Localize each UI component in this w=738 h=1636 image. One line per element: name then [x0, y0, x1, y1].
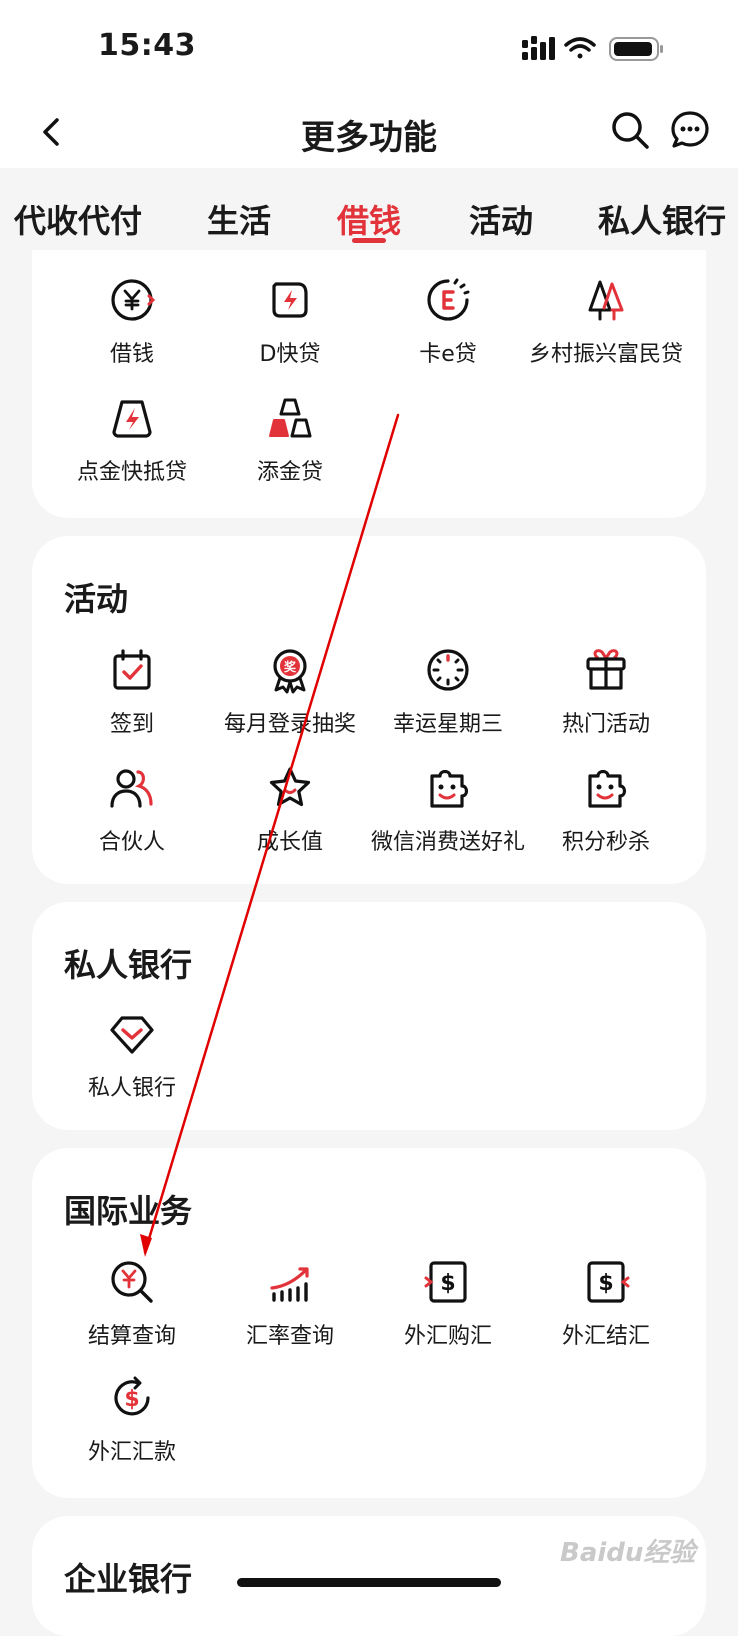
grid-item-private-bank[interactable]: 私人银行 [48, 1010, 216, 1102]
grid-item-label: D快贷 [259, 342, 321, 367]
grid-item-lucky-wednesday[interactable]: 幸运星期三 [364, 646, 532, 738]
dollar-out-icon: $ [587, 1261, 630, 1303]
rate-chart-icon [270, 1267, 309, 1302]
grid-item-settlement-query[interactable]: 结算查询 [48, 1258, 216, 1350]
section-title: 活动 [64, 580, 129, 618]
section-title: 企业银行 [64, 1560, 193, 1598]
grid-item-label: 卡e贷 [419, 342, 477, 367]
grid-item-exchange-rate-query[interactable]: 汇率查询 [206, 1258, 374, 1350]
grid-item-label: 添金贷 [256, 460, 323, 485]
status-time: 15:43 [98, 28, 196, 63]
grid-item-label: 私人银行 [87, 1076, 176, 1101]
grid-item-borrow[interactable]: 借钱 [48, 276, 216, 368]
lightning-badge-icon [272, 282, 308, 318]
grid-item-points-flash-sale[interactable]: 积分秒杀 [522, 764, 690, 856]
grid-item-gold-pledge-loan[interactable]: 点金快抵贷 [48, 394, 216, 486]
grid-item-label: 外汇结汇 [561, 1324, 650, 1349]
tab-life[interactable]: 生活 [207, 196, 271, 242]
svg-text:奖: 奖 [284, 659, 297, 674]
status-bar: 15:43 [0, 0, 738, 96]
loan-card: 借钱 D快贷 卡e贷 乡村振兴富民贷 点金快抵贷 添金贷 [32, 250, 706, 518]
grid-item-label: 借钱 [109, 342, 154, 367]
smile-puzzle-icon [588, 769, 627, 808]
dollar-cycle-icon: $ [114, 1376, 150, 1416]
grid-item-label: 每月登录抽奖 [223, 712, 356, 737]
grid-item-fx-purchase[interactable]: $ 外汇购汇 [364, 1258, 532, 1350]
calendar-check-icon [113, 649, 151, 690]
partner-users-icon [110, 769, 153, 808]
grid-item-label: 合伙人 [98, 830, 165, 855]
grid-item-label: 积分秒杀 [561, 830, 650, 855]
grid-item-wechat-gift[interactable]: 微信消费送好礼 [364, 764, 532, 856]
grid-item-d-quick-loan[interactable]: D快贷 [206, 276, 374, 368]
grid-item-fx-remittance[interactable]: $ 外汇汇款 [48, 1374, 216, 1466]
watermark-text: Baidu经验 [560, 1538, 696, 1568]
battery-icon [609, 37, 663, 61]
award-medal-icon: 奖 [273, 649, 307, 694]
star-icon [269, 767, 311, 807]
grid-item-fx-settlement[interactable]: $ 外汇结汇 [522, 1258, 690, 1350]
yen-search-icon [111, 1261, 153, 1303]
svg-text:$: $ [440, 1271, 455, 1296]
grid-item-label: 微信消费送好礼 [370, 830, 525, 855]
grid-item-label: 幸运星期三 [392, 712, 503, 737]
signal-icon [522, 36, 555, 60]
grid-item-rural-loan[interactable]: 乡村振兴富民贷 [522, 276, 690, 368]
grid-item-label: 乡村振兴富民贷 [528, 342, 683, 367]
grid-item-label: 结算查询 [87, 1324, 176, 1349]
gold-bar-lightning-icon [112, 400, 152, 438]
grid-item-monthly-lottery[interactable]: 奖 每月登录抽奖 [206, 646, 374, 738]
wifi-icon [564, 37, 596, 59]
smile-puzzle-icon [430, 769, 469, 808]
activity-card: 活动 签到 奖 每月登录抽奖 幸运星期三 热门活动 合伙人 成长值 微信消费送好… [32, 536, 706, 884]
dollar-in-icon: $ [424, 1261, 467, 1303]
nav-bar: 更多功能 [0, 96, 738, 168]
grid-item-label: 汇率查询 [245, 1324, 334, 1349]
grid-item-label: 点金快抵贷 [76, 460, 187, 485]
grid-item-card-e-loan[interactable]: 卡e贷 [364, 276, 532, 368]
grid-item-hot-activities[interactable]: 热门活动 [522, 646, 690, 738]
trees-icon [588, 280, 624, 321]
section-title: 国际业务 [64, 1192, 193, 1230]
clock-dial-icon [427, 649, 469, 691]
tab-borrow[interactable]: 借钱 [337, 196, 401, 242]
gift-icon [586, 649, 626, 690]
home-indicator[interactable] [237, 1578, 501, 1587]
international-card: 国际业务 结算查询 汇率查询 $ 外汇购汇 $ 外汇结汇 $ 外汇汇款 [32, 1148, 706, 1498]
svg-text:$: $ [598, 1271, 613, 1296]
gold-stack-icon [269, 398, 312, 438]
yen-coin-icon [111, 279, 156, 321]
section-title: 私人银行 [64, 946, 193, 984]
grid-item-growth-value[interactable]: 成长值 [206, 764, 374, 856]
private-bank-card: 私人银行 私人银行 [32, 902, 706, 1130]
grid-item-label: 签到 [109, 712, 154, 737]
message-icon[interactable] [668, 108, 712, 152]
tab-activity[interactable]: 活动 [469, 196, 533, 242]
svg-text:$: $ [124, 1387, 139, 1412]
grid-item-partner[interactable]: 合伙人 [48, 764, 216, 856]
grid-item-add-gold-loan[interactable]: 添金贷 [206, 394, 374, 486]
grid-item-label: 外汇购汇 [403, 1324, 492, 1349]
tab-collect-pay[interactable]: 代收代付 [14, 196, 142, 242]
e-circle-icon [427, 278, 470, 321]
tab-private-bank[interactable]: 私人银行 [598, 196, 726, 242]
search-icon[interactable] [608, 108, 652, 152]
active-tab-indicator [352, 238, 386, 243]
grid-item-label: 热门活动 [561, 712, 650, 737]
grid-item-sign-in[interactable]: 签到 [48, 646, 216, 738]
grid-item-label: 外汇汇款 [87, 1440, 176, 1465]
status-icons [522, 36, 663, 61]
grid-item-label: 成长值 [256, 830, 323, 855]
diamond-shield-icon [110, 1016, 154, 1054]
